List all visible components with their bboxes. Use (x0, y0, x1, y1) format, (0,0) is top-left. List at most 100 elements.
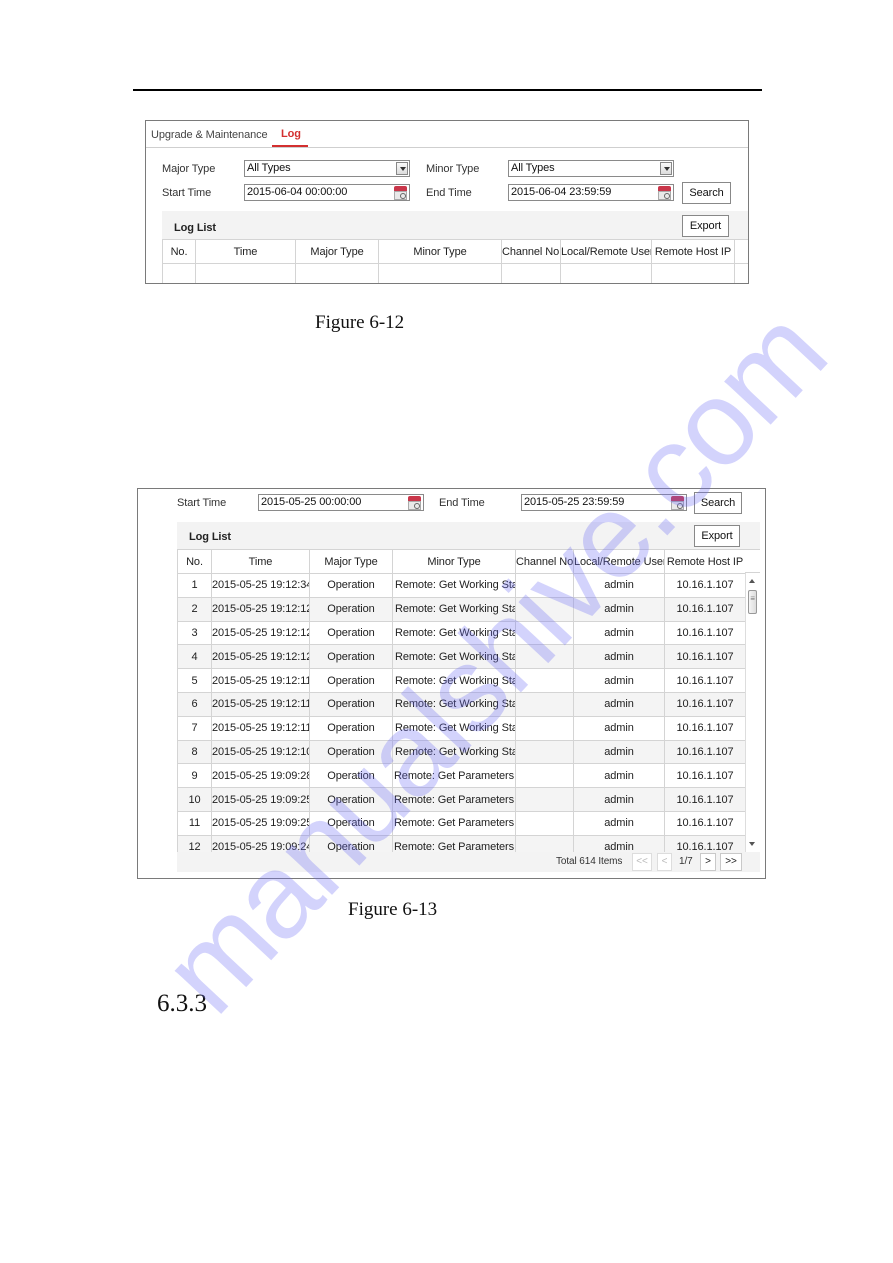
cell-major-type: Operation (309, 668, 393, 693)
cell-major-type: Operation (309, 573, 393, 598)
cell-channel-no (515, 668, 574, 693)
cell-user: admin (573, 810, 665, 836)
table-row[interactable]: 6 2015-05-25 19:12:11 Operation Remote: Get… (177, 691, 746, 717)
table-row[interactable]: 7 2015-05-25 19:12:11 Operation Remote: Get… (177, 715, 746, 741)
column-header-channel-no[interactable]: Channel No. (501, 239, 561, 264)
column-header-no[interactable]: No. (162, 239, 196, 264)
major-type-value: All Types (247, 162, 291, 174)
cell-time: 2015-05-25 19:09:25 (211, 810, 310, 836)
cell-minor-type: Remote: Get Working Sta... (392, 715, 516, 741)
scrollbar-thumb[interactable] (748, 590, 757, 614)
scroll-down-arrow-icon[interactable] (749, 842, 755, 846)
cell-channel-no (515, 763, 574, 789)
cell-user: admin (573, 644, 665, 670)
column-header-time[interactable]: Time (211, 549, 310, 574)
end-time-value: 2015-05-25 23:59:59 (524, 496, 625, 508)
minor-type-value: All Types (511, 162, 555, 174)
calendar-icon[interactable] (671, 496, 684, 510)
figure-6-12-screenshot: Upgrade & Maintenance Log Major Type All… (145, 120, 749, 284)
start-time-value: 2015-05-25 00:00:00 (261, 496, 362, 508)
cell-no: 11 (177, 810, 212, 836)
column-header-remote-host-ip[interactable]: Remote Host IP (664, 549, 746, 574)
start-time-input[interactable]: 2015-06-04 00:00:00 (244, 184, 410, 201)
chevron-down-icon[interactable] (660, 162, 672, 175)
cell-no: 5 (177, 668, 212, 693)
calendar-icon[interactable] (394, 186, 407, 200)
table-row[interactable]: 2 2015-05-25 19:12:12 Operation Remote: Get… (177, 596, 746, 622)
cell-no: 1 (177, 573, 212, 598)
cell-no: 10 (177, 787, 212, 812)
last-page-button[interactable]: >> (720, 853, 742, 871)
cell-user: admin (573, 787, 665, 812)
prev-page-button[interactable]: < (657, 853, 672, 871)
vertical-scrollbar[interactable] (745, 573, 760, 852)
table-row[interactable]: 4 2015-05-25 19:12:12 Operation Remote: Get… (177, 644, 746, 670)
cell-user: admin (573, 834, 665, 852)
column-header-minor-type[interactable]: Minor Type (378, 239, 502, 264)
cell-minor-type: Remote: Get Working Sta... (392, 596, 516, 622)
table-row[interactable]: 11 2015-05-25 19:09:25 Operation Remote: Ge… (177, 810, 746, 836)
cell-minor-type: Remote: Get Working Sta... (392, 644, 516, 670)
table-row[interactable]: 9 2015-05-25 19:09:28 Operation Remote: Get… (177, 763, 746, 789)
cell-channel-no (515, 834, 574, 852)
cell-remote-host-ip: 10.16.1.107 (664, 573, 746, 598)
minor-type-select[interactable]: All Types (508, 160, 674, 177)
column-header-user[interactable]: Local/Remote User (560, 239, 652, 264)
scroll-up-arrow-icon[interactable] (749, 579, 755, 583)
start-time-label: Start Time (162, 187, 212, 199)
tab-log[interactable]: Log (281, 128, 301, 140)
column-header-major-type[interactable]: Major Type (295, 239, 379, 264)
column-header-no[interactable]: No. (177, 549, 212, 574)
cell-no: 12 (177, 834, 212, 852)
column-header-minor-type[interactable]: Minor Type (392, 549, 516, 574)
export-button[interactable]: Export (682, 215, 729, 237)
chevron-down-icon[interactable] (396, 162, 408, 175)
end-time-label: End Time (426, 187, 472, 199)
end-time-value: 2015-06-04 23:59:59 (511, 186, 612, 198)
cell-channel-no (515, 787, 574, 812)
cell-no: 7 (177, 715, 212, 741)
table-row[interactable]: 10 2015-05-25 19:09:25 Operation Remote: Ge… (177, 787, 746, 812)
cell-major-type: Operation (309, 810, 393, 836)
cell-major-type: Operation (309, 691, 393, 717)
table-row[interactable]: 1 2015-05-25 19:12:34 Operation Remote: Get… (177, 573, 746, 598)
table-row-empty (162, 263, 748, 283)
column-header-time[interactable]: Time (195, 239, 296, 264)
calendar-icon[interactable] (658, 186, 671, 200)
major-type-select[interactable]: All Types (244, 160, 410, 177)
column-header-major-type[interactable]: Major Type (309, 549, 393, 574)
calendar-icon[interactable] (408, 496, 421, 510)
column-header-remote-host-ip[interactable]: Remote Host IP (651, 239, 735, 264)
start-time-input[interactable]: 2015-05-25 00:00:00 (258, 494, 424, 511)
table-row[interactable]: 3 2015-05-25 19:12:12 Operation Remote: Get… (177, 620, 746, 646)
tab-upgrade-maintenance[interactable]: Upgrade & Maintenance (151, 129, 268, 141)
minor-type-label: Minor Type (426, 163, 480, 175)
table-row[interactable]: 8 2015-05-25 19:12:10 Operation Remote: Get… (177, 739, 746, 765)
cell-minor-type: Remote: Get Working Sta... (392, 739, 516, 765)
search-button[interactable]: Search (682, 182, 731, 204)
cell-channel-no (515, 620, 574, 646)
cell-no: 4 (177, 644, 212, 670)
search-button[interactable]: Search (694, 492, 742, 514)
figure-caption-6-12: Figure 6-12 (315, 312, 405, 333)
log-list-panel: Log List Export No. Time Major Type Mino… (162, 211, 748, 283)
cell-minor-type: Remote: Get Parameters (392, 810, 516, 836)
first-page-button[interactable]: << (632, 853, 652, 871)
cell-minor-type: Remote: Get Working Sta... (392, 668, 516, 693)
table-row[interactable]: 12 2015-05-25 19:09:24 Operation Remote: Ge… (177, 834, 746, 852)
next-page-button[interactable]: > (700, 853, 716, 871)
scrollbar-header-spacer (734, 239, 748, 264)
column-header-channel-no[interactable]: Channel No. (515, 549, 574, 574)
cell-channel-no (515, 573, 574, 598)
export-button[interactable]: Export (694, 525, 740, 547)
end-time-input[interactable]: 2015-06-04 23:59:59 (508, 184, 674, 201)
end-time-input[interactable]: 2015-05-25 23:59:59 (521, 494, 687, 511)
start-time-label: Start Time (177, 497, 227, 509)
table-row[interactable]: 5 2015-05-25 19:12:11 Operation Remote: Get… (177, 668, 746, 693)
cell-time: 2015-05-25 19:12:12 (211, 644, 310, 670)
cell-user: admin (573, 573, 665, 598)
column-header-user[interactable]: Local/Remote User (573, 549, 665, 574)
cell-remote-host-ip: 10.16.1.107 (664, 834, 746, 852)
cell-minor-type: Remote: Get Parameters (392, 763, 516, 789)
log-list-title: Log List (174, 222, 216, 234)
